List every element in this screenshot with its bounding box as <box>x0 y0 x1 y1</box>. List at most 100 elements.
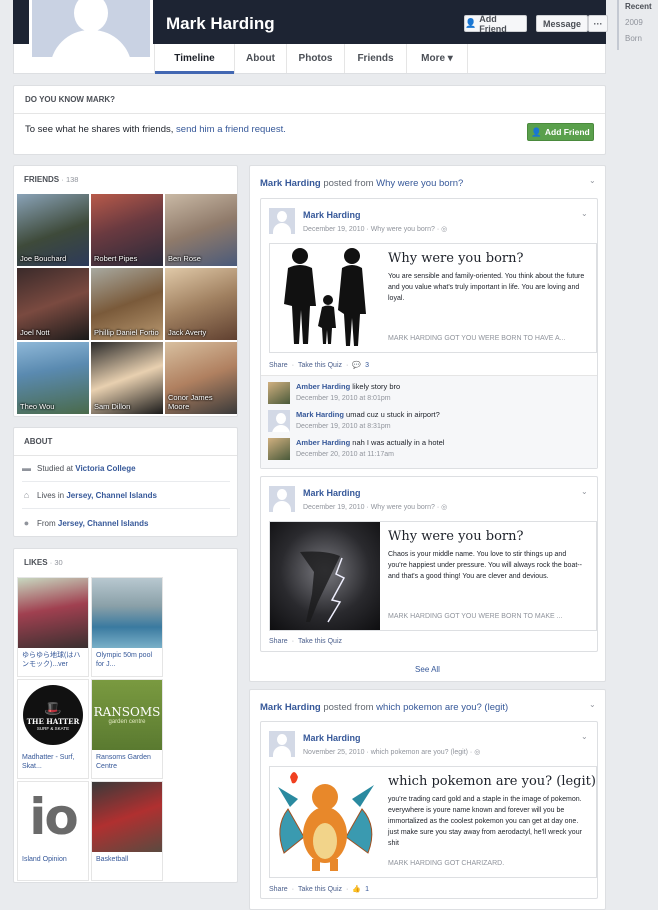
add-friend-button[interactable]: 👤 Add Friend <box>527 123 594 141</box>
like-tile[interactable]: Basketball <box>91 781 163 881</box>
chevron-down-icon[interactable]: ⌄ <box>589 177 597 185</box>
do-you-know-card: DO YOU KNOW MARK? To see what he shares … <box>13 85 606 155</box>
friend-tile[interactable]: Phillip Daniel Fortio <box>91 268 163 340</box>
take-quiz-link[interactable]: Take this Quiz <box>298 638 342 645</box>
see-all-link[interactable]: See All <box>250 665 605 674</box>
post-author-link[interactable]: Mark Harding <box>303 210 361 220</box>
profile-name[interactable]: Mark Harding <box>166 14 275 34</box>
school-link[interactable]: Victoria College <box>75 464 135 473</box>
commenter-name-link[interactable]: Amber Harding <box>296 382 350 391</box>
story-source-link[interactable]: Why were you born? <box>376 178 463 189</box>
year-item-recent[interactable]: Recent <box>619 0 658 16</box>
like-tile[interactable]: RANSOMS garden centre Ransoms Garden Cen… <box>91 679 163 779</box>
friend-tile[interactable]: Theo Wou <box>17 342 89 414</box>
comment-icon[interactable]: 💬 <box>352 361 361 369</box>
like-name[interactable]: Island Opinion <box>18 852 88 867</box>
story-header: Mark Harding posted from which pokemon a… <box>260 702 508 713</box>
comment-date[interactable]: December 20, 2010 at 11:17am <box>296 451 394 458</box>
about-row-from: ● From Jersey, Channel Islands <box>22 510 230 536</box>
story-source-link[interactable]: which pokemon are you? (legit) <box>376 702 508 713</box>
take-quiz-link[interactable]: Take this Quiz <box>298 362 342 369</box>
ransoms-logo-subtext: garden centre <box>108 719 146 725</box>
commenter-avatar[interactable] <box>268 382 290 404</box>
chevron-down-icon[interactable]: ⌄ <box>581 488 589 496</box>
quiz-attachment[interactable]: Why were you born? You are sensible and … <box>269 243 597 353</box>
add-friend-header-button[interactable]: 👤 Add Friend <box>464 14 527 34</box>
friend-tile[interactable]: Robert Pipes <box>91 194 163 266</box>
like-tile[interactable]: Olympic 50m pool for J... <box>91 577 163 677</box>
about-card: ABOUT ▬ Studied at Victoria College ⌂ Li… <box>13 427 238 537</box>
like-name[interactable]: Basketball <box>92 852 162 867</box>
comment-count[interactable]: 3 <box>365 362 369 369</box>
like-name[interactable]: Ransoms Garden Centre <box>92 750 162 774</box>
send-friend-request-link[interactable]: send him a friend request. <box>176 124 286 135</box>
hometown-link[interactable]: Jersey, Channel Islands <box>58 519 149 528</box>
chevron-down-icon[interactable]: ⌄ <box>581 733 589 741</box>
commenter-avatar[interactable] <box>268 410 290 432</box>
friend-tile[interactable]: Joel Nott <box>17 268 89 340</box>
post-author-link[interactable]: Mark Harding <box>303 733 361 743</box>
take-quiz-link[interactable]: Take this Quiz <box>298 886 342 893</box>
like-tile[interactable]: io Island Opinion <box>17 781 89 881</box>
tab-friends[interactable]: Friends <box>344 44 406 73</box>
friends-card: FRIENDS · 138 Joe Bouchard Robert Pipes … <box>13 165 238 417</box>
like-image <box>18 578 88 648</box>
cover-photo: Mark Harding 👤 Add Friend Message ··· <box>13 0 608 60</box>
share-link[interactable]: Share <box>269 362 288 369</box>
commenter-avatar[interactable] <box>268 438 290 460</box>
author-avatar[interactable] <box>269 208 295 234</box>
comment-body: likely story bro <box>350 382 401 391</box>
comment-date[interactable]: December 19, 2010 at 8:01pm <box>296 395 391 402</box>
share-link[interactable]: Share <box>269 886 288 893</box>
message-button[interactable]: Message <box>536 15 588 32</box>
tornado-lightning-icon <box>300 551 346 623</box>
tab-about[interactable]: About <box>234 44 286 73</box>
commenter-name-link[interactable]: Amber Harding <box>296 438 350 447</box>
profile-picture[interactable] <box>29 0 153 60</box>
friend-tile[interactable]: Sam Dillon <box>91 342 163 414</box>
quiz-result: MARK HARDING GOT CHARIZARD. <box>388 860 505 867</box>
year-item-2009[interactable]: 2009 <box>619 16 658 32</box>
like-name[interactable]: Olympic 50m pool for J... <box>92 648 162 672</box>
more-options-button[interactable]: ··· <box>588 15 608 32</box>
tab-more[interactable]: More ▾ <box>406 44 468 73</box>
chevron-down-icon[interactable]: ⌄ <box>589 701 597 709</box>
tab-timeline[interactable]: Timeline <box>154 44 234 74</box>
quiz-attachment[interactable]: Why were you born? Chaos is your middle … <box>269 521 597 631</box>
current-city-link[interactable]: Jersey, Channel Islands <box>66 491 157 500</box>
friend-tile[interactable]: Conor James Moore <box>165 342 237 414</box>
likes-title[interactable]: LIKES · 30 <box>24 558 63 567</box>
hatter-logo-subtext: SURF & SKATE <box>36 725 70 731</box>
like-tile[interactable]: 🎩 THE HATTER SURF & SKATE Madhatter - Su… <box>17 679 89 779</box>
chevron-down-icon[interactable]: ⌄ <box>581 210 589 218</box>
quiz-title[interactable]: Why were you born? <box>388 251 523 266</box>
comment: Amber Harding nah I was actually in a ho… <box>261 435 597 463</box>
author-avatar[interactable] <box>269 731 295 757</box>
friend-tile[interactable]: Ben Rose <box>165 194 237 266</box>
friend-tile[interactable]: Jack Averty <box>165 268 237 340</box>
about-title[interactable]: ABOUT <box>24 437 52 446</box>
like-name[interactable]: ゆらゆら地球(はハンモック)...ver <box>18 648 88 672</box>
quiz-attachment[interactable]: which pokemon are you? (legit) you're tr… <box>269 766 597 878</box>
thumbs-up-icon[interactable]: 👍 <box>352 885 361 893</box>
commenter-name-link[interactable]: Mark Harding <box>296 410 344 419</box>
post-author-link[interactable]: Mark Harding <box>303 488 361 498</box>
story-author-link[interactable]: Mark Harding <box>260 178 321 189</box>
tab-photos[interactable]: Photos <box>286 44 344 73</box>
post-actions: Share · Take this Quiz <box>269 638 342 645</box>
likes-count: · 30 <box>49 558 63 567</box>
year-item-born[interactable]: Born <box>619 32 658 48</box>
like-name[interactable]: Madhatter - Surf, Skat... <box>18 750 88 774</box>
home-icon: ⌂ <box>23 490 30 500</box>
friends-title[interactable]: FRIENDS · 138 <box>24 175 78 184</box>
like-count[interactable]: 1 <box>365 886 369 893</box>
share-link[interactable]: Share <box>269 638 288 645</box>
author-avatar[interactable] <box>269 486 295 512</box>
comment-date[interactable]: December 19, 2010 at 8:31pm <box>296 423 391 430</box>
quiz-title[interactable]: which pokemon are you? (legit) <box>388 774 596 789</box>
friend-tile[interactable]: Joe Bouchard <box>17 194 89 266</box>
do-you-know-text: To see what he shares with friends, send… <box>25 124 286 135</box>
like-tile[interactable]: ゆらゆら地球(はハンモック)...ver <box>17 577 89 677</box>
quiz-title[interactable]: Why were you born? <box>388 529 523 544</box>
story-author-link[interactable]: Mark Harding <box>260 702 321 713</box>
